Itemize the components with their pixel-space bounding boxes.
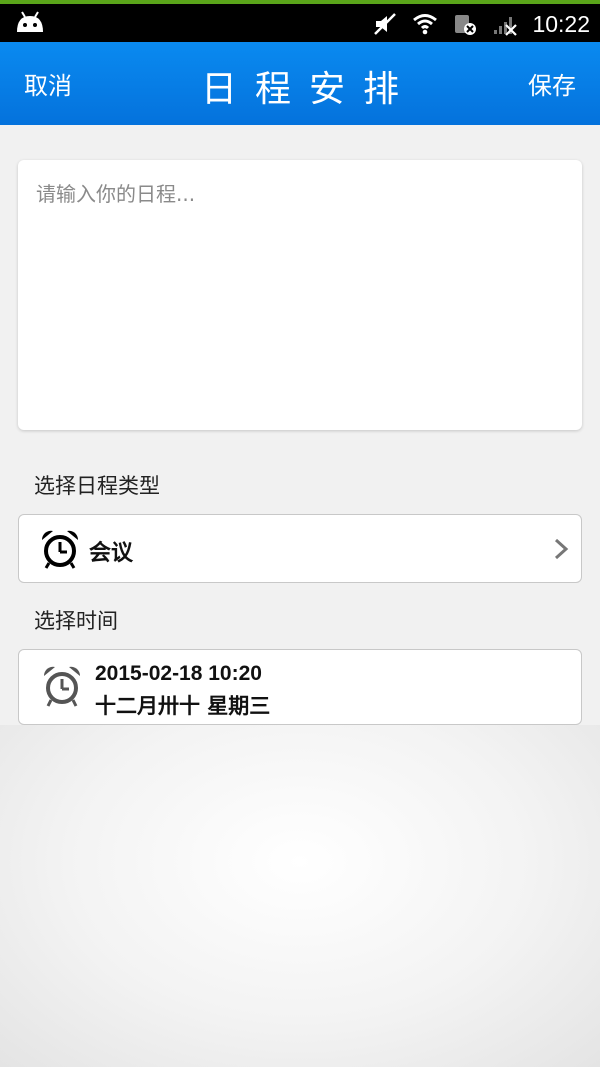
app-header: 取消 日程安排 保存 — [0, 42, 600, 125]
data-sim-icon — [455, 15, 477, 35]
status-bar: 10:22 — [0, 0, 600, 42]
schedule-type-label: 选择日程类型 — [34, 474, 160, 498]
schedule-lunar-date: 十二月卅十 星期三 — [95, 694, 271, 718]
signal-icon — [494, 17, 518, 36]
schedule-datetime: 2015-02-18 10:20 — [95, 662, 262, 685]
schedule-type-value: 会议 — [89, 541, 134, 566]
alarm-clock-icon — [41, 530, 79, 569]
schedule-type-selector[interactable]: 会议 — [18, 514, 582, 583]
status-time: 10:22 — [532, 10, 590, 37]
form-area: 选择日程类型 会议 选择时间 2015-02-18 10:20 十二月卅十 星 — [0, 125, 600, 725]
save-button[interactable]: 保存 — [528, 66, 576, 101]
empty-background — [0, 725, 600, 1067]
schedule-input[interactable] — [18, 160, 582, 430]
wifi-icon — [413, 14, 438, 35]
page-title: 日程安排 — [200, 69, 417, 110]
chevron-right-icon — [554, 538, 569, 560]
alarm-clock-icon — [43, 666, 81, 707]
schedule-time-label: 选择时间 — [34, 609, 118, 633]
mute-icon — [374, 13, 397, 35]
android-icon — [17, 11, 43, 32]
schedule-time-selector[interactable]: 2015-02-18 10:20 十二月卅十 星期三 — [18, 649, 582, 725]
